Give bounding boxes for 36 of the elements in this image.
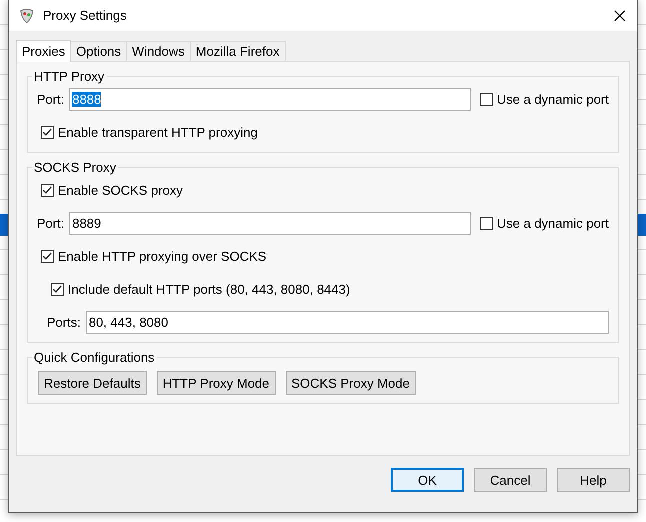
close-icon[interactable]	[614, 10, 626, 22]
mode-button[interactable]: Restore Defaults	[38, 371, 147, 395]
checkbox-label: Enable SOCKS proxy	[58, 183, 184, 198]
dialog-button[interactable]: Help	[557, 468, 630, 492]
port-field[interactable]: 8889	[69, 212, 471, 235]
field-label: Port:	[37, 92, 64, 107]
field-label: Port:	[37, 216, 64, 231]
field-label: Ports:	[47, 315, 81, 330]
window-title: Proxy Settings	[43, 8, 128, 23]
dialog-button[interactable]: Cancel	[474, 468, 547, 492]
group-title: SOCKS Proxy	[33, 160, 118, 175]
checkbox[interactable]	[51, 283, 64, 296]
field-value: 80, 443, 8080	[88, 315, 168, 330]
checkbox-label: Use a dynamic port	[497, 216, 609, 231]
port-field[interactable]: 8888	[69, 88, 471, 111]
checkbox[interactable]	[480, 217, 493, 230]
checkbox-label: Use a dynamic port	[497, 92, 609, 107]
checkbox-label: Enable HTTP proxying over SOCKS	[58, 249, 267, 264]
group-title: Quick Configurations	[33, 350, 156, 365]
field-value: 8888	[72, 92, 102, 107]
field-value: 8889	[72, 216, 102, 231]
checkbox-label: Include default HTTP ports (80, 443, 8080, 8443)	[68, 282, 350, 297]
tab[interactable]: Options	[70, 41, 128, 61]
tab[interactable]: Mozilla Firefox	[190, 41, 286, 61]
mode-button[interactable]: SOCKS Proxy Mode	[286, 371, 416, 395]
checkbox[interactable]	[41, 184, 54, 197]
checkbox-label: Enable transparent HTTP proxying	[58, 125, 258, 140]
group-title: HTTP Proxy	[33, 69, 106, 84]
dialog-button[interactable]: OK	[391, 468, 464, 492]
checkbox[interactable]	[41, 126, 54, 139]
tab[interactable]: Proxies	[16, 40, 72, 62]
mode-button[interactable]: HTTP Proxy Mode	[156, 371, 276, 395]
app-icon	[19, 8, 35, 24]
ports-field[interactable]: 80, 443, 8080	[86, 311, 609, 334]
checkbox[interactable]	[480, 93, 493, 106]
checkbox[interactable]	[41, 250, 54, 263]
